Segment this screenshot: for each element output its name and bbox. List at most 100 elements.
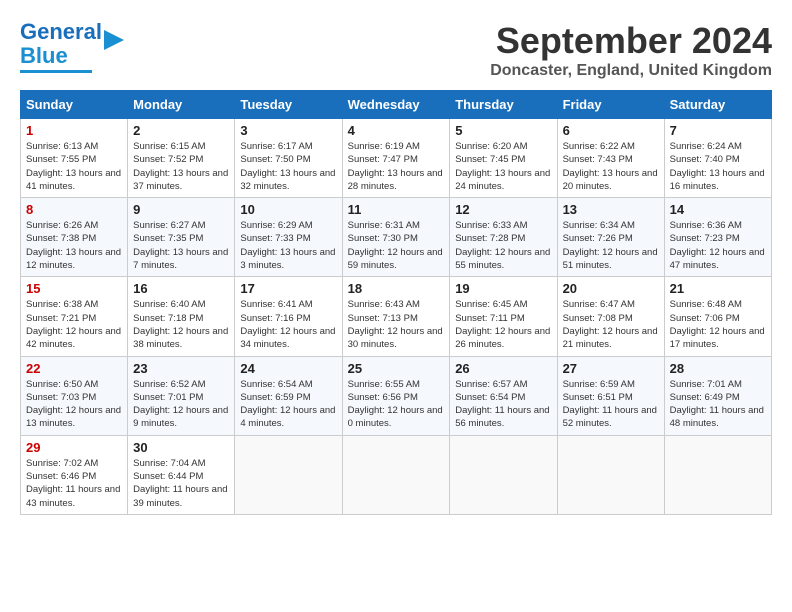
day-number: 2 [133,123,229,138]
day-info: Sunrise: 6:55 AMSunset: 6:56 PMDaylight:… [348,378,445,431]
calendar-day-cell: 29 Sunrise: 7:02 AMSunset: 6:46 PMDayligh… [21,435,128,514]
day-info: Sunrise: 6:31 AMSunset: 7:30 PMDaylight:… [348,219,445,272]
calendar-day-cell: 12 Sunrise: 6:33 AMSunset: 7:28 PMDayligh… [450,198,557,277]
calendar-day-cell: 15 Sunrise: 6:38 AMSunset: 7:21 PMDayligh… [21,277,128,356]
calendar-week-row: 8 Sunrise: 6:26 AMSunset: 7:38 PMDaylight… [21,198,772,277]
day-info: Sunrise: 6:36 AMSunset: 7:23 PMDaylight:… [670,219,766,272]
day-info: Sunrise: 6:27 AMSunset: 7:35 PMDaylight:… [133,219,229,272]
calendar-day-cell: 14 Sunrise: 6:36 AMSunset: 7:23 PMDayligh… [664,198,771,277]
calendar-week-row: 29 Sunrise: 7:02 AMSunset: 6:46 PMDayligh… [21,435,772,514]
day-number: 5 [455,123,551,138]
day-number: 3 [240,123,336,138]
day-info: Sunrise: 6:13 AMSunset: 7:55 PMDaylight:… [26,140,122,193]
day-info: Sunrise: 6:26 AMSunset: 7:38 PMDaylight:… [26,219,122,272]
calendar-week-row: 1 Sunrise: 6:13 AMSunset: 7:55 PMDaylight… [21,119,772,198]
day-info: Sunrise: 6:17 AMSunset: 7:50 PMDaylight:… [240,140,336,193]
day-number: 12 [455,202,551,217]
day-number: 17 [240,281,336,296]
day-info: Sunrise: 7:02 AMSunset: 6:46 PMDaylight:… [26,457,122,510]
day-info: Sunrise: 6:22 AMSunset: 7:43 PMDaylight:… [563,140,659,193]
day-number: 7 [670,123,766,138]
calendar-day-cell: 28 Sunrise: 7:01 AMSunset: 6:49 PMDayligh… [664,356,771,435]
day-number: 8 [26,202,122,217]
calendar-day-cell: 3 Sunrise: 6:17 AMSunset: 7:50 PMDaylight… [235,119,342,198]
day-number: 15 [26,281,122,296]
day-number: 28 [670,361,766,376]
day-info: Sunrise: 6:34 AMSunset: 7:26 PMDaylight:… [563,219,659,272]
main-title: September 2024 [490,20,772,62]
calendar-header-sunday: Sunday [21,91,128,119]
day-number: 18 [348,281,445,296]
calendar-table: SundayMondayTuesdayWednesdayThursdayFrid… [20,90,772,515]
calendar-day-cell: 5 Sunrise: 6:20 AMSunset: 7:45 PMDaylight… [450,119,557,198]
calendar-header-saturday: Saturday [664,91,771,119]
calendar-day-cell: 25 Sunrise: 6:55 AMSunset: 6:56 PMDayligh… [342,356,450,435]
calendar-day-cell: 7 Sunrise: 6:24 AMSunset: 7:40 PMDaylight… [664,119,771,198]
calendar-day-cell [235,435,342,514]
day-number: 11 [348,202,445,217]
calendar-day-cell: 6 Sunrise: 6:22 AMSunset: 7:43 PMDaylight… [557,119,664,198]
day-info: Sunrise: 6:43 AMSunset: 7:13 PMDaylight:… [348,298,445,351]
day-info: Sunrise: 6:20 AMSunset: 7:45 PMDaylight:… [455,140,551,193]
day-number: 13 [563,202,659,217]
logo-text: General Blue [20,20,102,68]
calendar-header-wednesday: Wednesday [342,91,450,119]
day-number: 1 [26,123,122,138]
subtitle: Doncaster, England, United Kingdom [490,62,772,80]
day-number: 20 [563,281,659,296]
day-number: 14 [670,202,766,217]
calendar-day-cell: 4 Sunrise: 6:19 AMSunset: 7:47 PMDaylight… [342,119,450,198]
day-number: 22 [26,361,122,376]
calendar-day-cell: 19Sunrise: 6:45 AMSunset: 7:11 PMDayligh… [450,277,557,356]
day-info: Sunrise: 6:52 AMSunset: 7:01 PMDaylight:… [133,378,229,431]
day-number: 21 [670,281,766,296]
day-info: Sunrise: 6:24 AMSunset: 7:40 PMDaylight:… [670,140,766,193]
day-number: 10 [240,202,336,217]
calendar-day-cell: 30 Sunrise: 7:04 AMSunset: 6:44 PMDayligh… [128,435,235,514]
day-info: Sunrise: 6:57 AMSunset: 6:54 PMDaylight:… [455,378,551,431]
calendar-day-cell: 1 Sunrise: 6:13 AMSunset: 7:55 PMDaylight… [21,119,128,198]
day-info: Sunrise: 6:48 AMSunset: 7:06 PMDaylight:… [670,298,766,351]
day-number: 26 [455,361,551,376]
day-info: Sunrise: 6:19 AMSunset: 7:47 PMDaylight:… [348,140,445,193]
calendar-day-cell: 21 Sunrise: 6:48 AMSunset: 7:06 PMDayligh… [664,277,771,356]
day-info: Sunrise: 6:38 AMSunset: 7:21 PMDaylight:… [26,298,122,351]
day-number: 29 [26,440,122,455]
calendar-day-cell: 22 Sunrise: 6:50 AMSunset: 7:03 PMDayligh… [21,356,128,435]
calendar-day-cell [557,435,664,514]
calendar-day-cell: 27 Sunrise: 6:59 AMSunset: 6:51 PMDayligh… [557,356,664,435]
calendar-header-tuesday: Tuesday [235,91,342,119]
day-number: 23 [133,361,229,376]
logo-underline [20,70,92,73]
calendar-day-cell: 2Sunrise: 6:15 AMSunset: 7:52 PMDaylight… [128,119,235,198]
calendar-day-cell: 26 Sunrise: 6:57 AMSunset: 6:54 PMDayligh… [450,356,557,435]
calendar-day-cell: 11 Sunrise: 6:31 AMSunset: 7:30 PMDayligh… [342,198,450,277]
day-number: 25 [348,361,445,376]
calendar-day-cell [664,435,771,514]
day-info: Sunrise: 6:40 AMSunset: 7:18 PMDaylight:… [133,298,229,351]
calendar-day-cell: 9Sunrise: 6:27 AMSunset: 7:35 PMDaylight… [128,198,235,277]
day-info: Sunrise: 7:04 AMSunset: 6:44 PMDaylight:… [133,457,229,510]
calendar-day-cell: 13 Sunrise: 6:34 AMSunset: 7:26 PMDayligh… [557,198,664,277]
calendar-day-cell: 23 Sunrise: 6:52 AMSunset: 7:01 PMDayligh… [128,356,235,435]
day-info: Sunrise: 6:29 AMSunset: 7:33 PMDaylight:… [240,219,336,272]
day-info: Sunrise: 6:45 AMSunset: 7:11 PMDaylight:… [455,298,551,351]
day-number: 30 [133,440,229,455]
logo: General Blue [20,20,132,73]
day-info: Sunrise: 6:59 AMSunset: 6:51 PMDaylight:… [563,378,659,431]
calendar-header-thursday: Thursday [450,91,557,119]
day-info: Sunrise: 6:50 AMSunset: 7:03 PMDaylight:… [26,378,122,431]
day-number: 27 [563,361,659,376]
calendar-header-monday: Monday [128,91,235,119]
day-number: 6 [563,123,659,138]
day-number: 4 [348,123,445,138]
day-info: Sunrise: 6:54 AMSunset: 6:59 PMDaylight:… [240,378,336,431]
calendar-header-row: SundayMondayTuesdayWednesdayThursdayFrid… [21,91,772,119]
calendar-header-friday: Friday [557,91,664,119]
calendar-day-cell: 20Sunrise: 6:47 AMSunset: 7:08 PMDayligh… [557,277,664,356]
day-number: 16 [133,281,229,296]
calendar-day-cell [342,435,450,514]
calendar-day-cell: 10 Sunrise: 6:29 AMSunset: 7:33 PMDayligh… [235,198,342,277]
day-info: Sunrise: 7:01 AMSunset: 6:49 PMDaylight:… [670,378,766,431]
day-info: Sunrise: 6:33 AMSunset: 7:28 PMDaylight:… [455,219,551,272]
